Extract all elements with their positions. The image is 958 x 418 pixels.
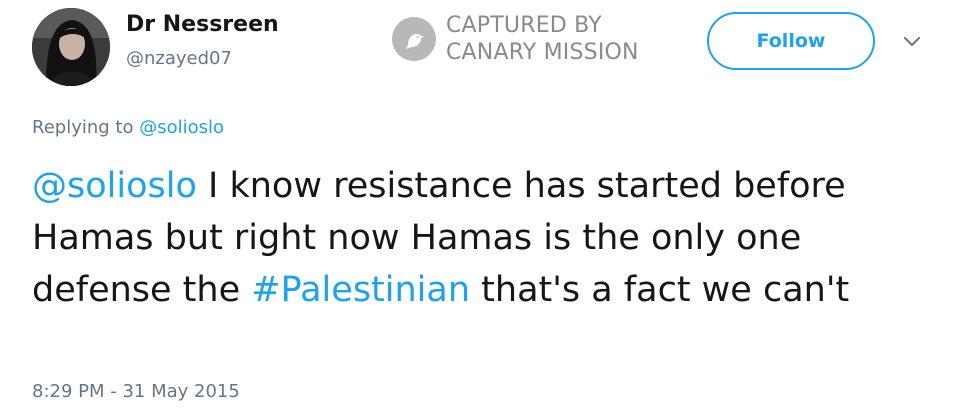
canary-bird-icon (392, 17, 436, 61)
author-handle[interactable]: @nzayed07 (126, 48, 232, 69)
tweet-text: @solioslo I know resistance has started … (32, 160, 942, 316)
tweet-text-part-2: that's a fact we can't (470, 270, 850, 310)
reply-context-mention-link[interactable]: @solioslo (139, 117, 224, 138)
avatar[interactable] (32, 8, 110, 86)
watermark-line-1: CAPTURED BY (446, 13, 602, 38)
tweet-hashtag-link[interactable]: #Palestinian (251, 270, 470, 310)
tweet-mention-link[interactable]: @solioslo (32, 166, 197, 206)
tweet-timestamp[interactable]: 8:29 PM - 31 May 2015 (32, 381, 240, 402)
watermark-line-2: CANARY MISSION (446, 40, 639, 65)
author-display-name[interactable]: Dr Nessreen (126, 12, 279, 37)
chevron-down-icon[interactable] (902, 34, 922, 50)
reply-context: Replying to @solioslo (32, 117, 224, 138)
canary-mission-watermark: CAPTURED BY CANARY MISSION (392, 10, 639, 68)
follow-button[interactable]: Follow (707, 12, 875, 70)
reply-context-prefix: Replying to (32, 117, 134, 138)
